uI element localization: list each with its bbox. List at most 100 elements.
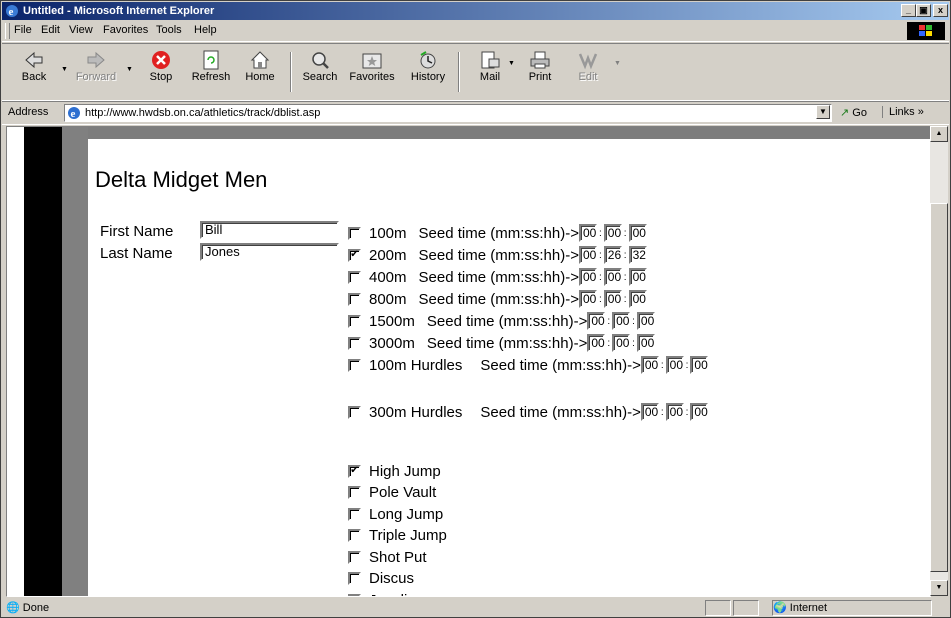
address-dropdown-button[interactable]: ▼: [816, 105, 830, 119]
menu-tools[interactable]: Tools: [156, 24, 182, 36]
seed-time-label: Seed time (mm:ss:hh)->: [418, 290, 579, 308]
seed-hundredths-input[interactable]: 00: [690, 356, 709, 374]
seed-hundredths-input[interactable]: 00: [628, 290, 647, 308]
forward-button[interactable]: Forward: [70, 48, 122, 96]
seed-seconds-input[interactable]: 00: [665, 403, 684, 421]
print-button[interactable]: Print: [514, 48, 566, 96]
scroll-up-button[interactable]: ▲: [930, 126, 948, 142]
go-arrow-icon: ↗: [840, 107, 850, 119]
seed-minutes-input[interactable]: 00: [640, 356, 659, 374]
seed-minutes-input[interactable]: 00: [579, 224, 597, 242]
edit-dropdown-icon[interactable]: ▼: [614, 60, 621, 67]
svg-text:e: e: [9, 6, 14, 18]
event-checkbox[interactable]: ✔: [348, 248, 361, 262]
seed-hundredths-input[interactable]: 00: [628, 224, 647, 242]
history-label: History: [410, 71, 446, 83]
seed-minutes-input[interactable]: 00: [587, 312, 606, 330]
edit-button[interactable]: Edit: [562, 48, 614, 96]
close-button[interactable]: x: [933, 4, 948, 17]
event-checkbox[interactable]: [348, 270, 361, 284]
event-checkbox[interactable]: [348, 405, 361, 419]
scroll-thumb[interactable]: [930, 203, 948, 572]
seed-separator: :: [599, 249, 602, 261]
seed-hundredths-input[interactable]: 00: [636, 334, 655, 352]
mail-icon: [481, 51, 500, 69]
event-checkbox[interactable]: [348, 358, 361, 372]
address-input[interactable]: e http://www.hwdsb.on.ca/athletics/track…: [64, 104, 832, 122]
home-button[interactable]: Home: [234, 48, 286, 96]
home-label: Home: [245, 71, 275, 83]
menu-edit[interactable]: Edit: [41, 24, 60, 36]
track-event-row: 100m Seed time (mm:ss:hh)-> 00:00:00: [348, 223, 647, 243]
seed-seconds-input[interactable]: 00: [612, 312, 631, 330]
seed-minutes-input[interactable]: 00: [579, 290, 597, 308]
event-checkbox[interactable]: [348, 486, 361, 499]
event-name: 300m Hurdles: [369, 403, 463, 421]
minimize-button[interactable]: _: [901, 4, 916, 17]
menu-file[interactable]: File: [14, 24, 32, 36]
seed-time: Seed time (mm:ss:hh)-> 00:00:00: [427, 312, 655, 330]
mail-label: Mail: [479, 71, 501, 83]
seed-minutes-input[interactable]: 00: [579, 268, 597, 286]
seed-seconds-input[interactable]: 00: [603, 268, 622, 286]
seed-hundredths-input[interactable]: 00: [690, 403, 709, 421]
seed-hundredths-input[interactable]: 32: [628, 246, 647, 264]
event-checkbox[interactable]: [348, 593, 361, 596]
back-dropdown-icon[interactable]: ▼: [61, 66, 68, 73]
seed-seconds-input[interactable]: 00: [612, 334, 631, 352]
menu-help[interactable]: Help: [194, 24, 217, 36]
field-event-row: Triple Jump: [348, 526, 447, 546]
event-checkbox[interactable]: [348, 336, 361, 350]
seed-time-label: Seed time (mm:ss:hh)->: [426, 312, 588, 330]
back-button[interactable]: Back: [8, 48, 60, 96]
event-checkbox[interactable]: [348, 550, 361, 564]
internet-zone-icon: 🌍: [773, 602, 787, 614]
seed-minutes-input[interactable]: 00: [640, 403, 659, 421]
go-label: Go: [852, 107, 867, 119]
scroll-down-button[interactable]: ▼: [930, 580, 948, 596]
zone-label: Internet: [789, 602, 828, 614]
seed-minutes-input[interactable]: 00: [579, 246, 597, 264]
seed-seconds-input[interactable]: 00: [603, 290, 622, 308]
event-name: High Jump: [369, 462, 441, 480]
seed-seconds-input[interactable]: 00: [665, 356, 684, 374]
seed-minutes-input[interactable]: 00: [587, 334, 606, 352]
last-name-input[interactable]: Jones: [200, 243, 339, 261]
seed-hundredths-input[interactable]: 00: [636, 312, 655, 330]
seed-time-label: Seed time (mm:ss:hh)->: [418, 268, 579, 286]
windows-flag-icon: [919, 25, 932, 36]
event-checkbox[interactable]: [348, 529, 361, 542]
track-event-row: 300m Hurdles Seed time (mm:ss:hh)-> 00:00:…: [348, 402, 709, 422]
mail-button[interactable]: Mail: [464, 48, 516, 96]
seed-seconds-input[interactable]: 00: [603, 224, 622, 242]
seed-seconds-input[interactable]: 26: [603, 246, 622, 264]
event-checkbox[interactable]: [348, 314, 361, 328]
event-checkbox[interactable]: [348, 226, 361, 240]
stop-button[interactable]: Stop: [135, 48, 187, 96]
seed-time: Seed time (mm:ss:hh)-> 00:00:00: [419, 268, 647, 286]
home-icon: [250, 51, 270, 69]
page-left-border: [24, 127, 62, 596]
toolbar-separator: [458, 52, 460, 92]
event-name: 400m: [369, 268, 407, 286]
first-name-input[interactable]: Bill: [200, 221, 339, 239]
forward-dropdown-icon[interactable]: ▼: [126, 66, 133, 73]
history-button[interactable]: History: [402, 48, 454, 96]
refresh-icon: [203, 50, 219, 70]
maximize-button[interactable]: ▣: [916, 4, 931, 17]
menu-favorites[interactable]: Favorites: [103, 24, 148, 36]
seed-hundredths-input[interactable]: 00: [628, 268, 647, 286]
field-event-row: Long Jump: [348, 504, 443, 524]
menu-view[interactable]: View: [69, 24, 93, 36]
go-button[interactable]: ↗ Go: [840, 106, 867, 119]
search-button[interactable]: Search: [294, 48, 346, 96]
event-checkbox[interactable]: [348, 292, 361, 306]
links-button[interactable]: Links »: [882, 106, 924, 118]
vertical-scrollbar[interactable]: ▲ ▼: [930, 126, 948, 596]
favorites-button[interactable]: Favorites: [346, 48, 398, 96]
favorites-label: Favorites: [349, 71, 395, 83]
event-checkbox[interactable]: ✔: [348, 464, 361, 478]
event-checkbox[interactable]: [348, 507, 361, 521]
refresh-button[interactable]: Refresh: [185, 48, 237, 96]
event-checkbox[interactable]: [348, 572, 361, 585]
